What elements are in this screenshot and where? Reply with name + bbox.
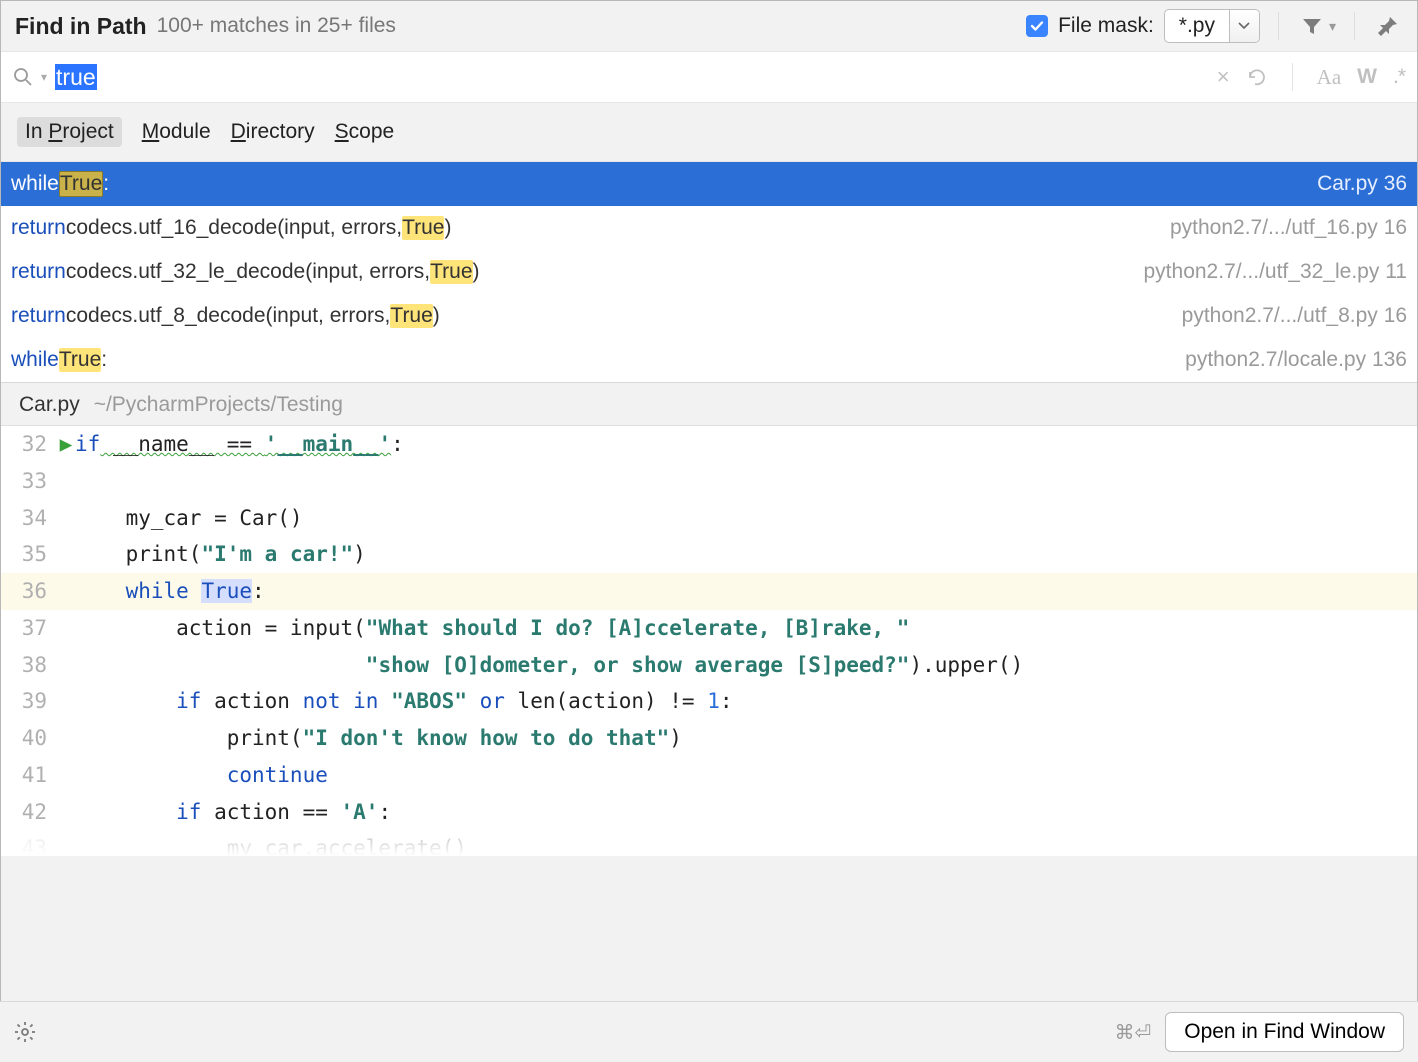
dialog-title: Find in Path [15,13,147,40]
file-mask-checkbox[interactable] [1026,15,1048,37]
footer-bar: ⌘⏎ Open in Find Window [0,1001,1418,1062]
file-mask-label: File mask: [1058,14,1154,38]
filter-caret-icon[interactable]: ▾ [1329,18,1336,35]
run-gutter-icon[interactable]: ▶ [57,426,75,463]
line-number: 37 [1,610,57,647]
line-number: 41 [1,757,57,794]
tab-module[interactable]: Module [142,120,211,144]
gear-icon[interactable] [14,1021,36,1043]
result-row[interactable]: return codecs.utf_32_le_decode(input, er… [1,250,1417,294]
results-list: while True: Car.py 36 return codecs.utf_… [1,161,1417,382]
open-in-find-window-button[interactable]: Open in Find Window [1165,1012,1404,1052]
shortcut-hint: ⌘⏎ [1114,1020,1151,1045]
line-number: 32 [1,426,57,463]
history-back-icon[interactable] [1246,68,1268,86]
preview-header: Car.py ~/PycharmProjects/Testing [1,382,1417,426]
filter-icon[interactable] [1297,11,1327,41]
tab-directory[interactable]: Directory [231,120,315,144]
clear-search-icon[interactable]: × [1217,64,1230,90]
line-number: 34 [1,500,57,537]
match-count: 100+ matches in 25+ files [157,14,396,38]
line-number: 36 [1,573,57,610]
line-number: 42 [1,794,57,831]
line-number: 38 [1,647,57,684]
tab-scope[interactable]: Scope [335,120,395,144]
file-mask-caret-icon[interactable] [1229,10,1259,42]
result-row[interactable]: while True: python2.7/locale.py 136 [1,338,1417,382]
line-number: 40 [1,720,57,757]
code-preview[interactable]: 32 ▶ if __name__ == '__main__': 33 34 my… [1,426,1417,856]
preview-path: ~/PycharmProjects/Testing [94,393,343,417]
header-bar: Find in Path 100+ matches in 25+ files F… [1,1,1417,51]
line-number: 35 [1,536,57,573]
line-number: 39 [1,683,57,720]
search-input[interactable]: true [55,64,1209,91]
regex-icon[interactable]: .* [1393,65,1405,89]
pin-icon[interactable] [1373,11,1403,41]
file-mask-value: *.py [1165,10,1229,42]
search-icon[interactable] [13,67,37,87]
search-row: ▾ true × Aa W .* [1,51,1417,103]
search-history-caret-icon[interactable]: ▾ [41,70,47,84]
result-row[interactable]: return codecs.utf_8_decode(input, errors… [1,294,1417,338]
words-icon[interactable]: W [1357,65,1377,89]
case-sensitive-icon[interactable]: Aa [1317,65,1342,90]
result-row[interactable]: return codecs.utf_16_decode(input, error… [1,206,1417,250]
file-mask-select[interactable]: *.py [1164,9,1260,43]
line-number: 33 [1,463,57,500]
result-row[interactable]: while True: Car.py 36 [1,162,1417,206]
preview-filename: Car.py [19,393,80,417]
tab-in-project[interactable]: In Project [17,117,122,147]
scope-tabs: In Project Module Directory Scope [1,103,1417,161]
